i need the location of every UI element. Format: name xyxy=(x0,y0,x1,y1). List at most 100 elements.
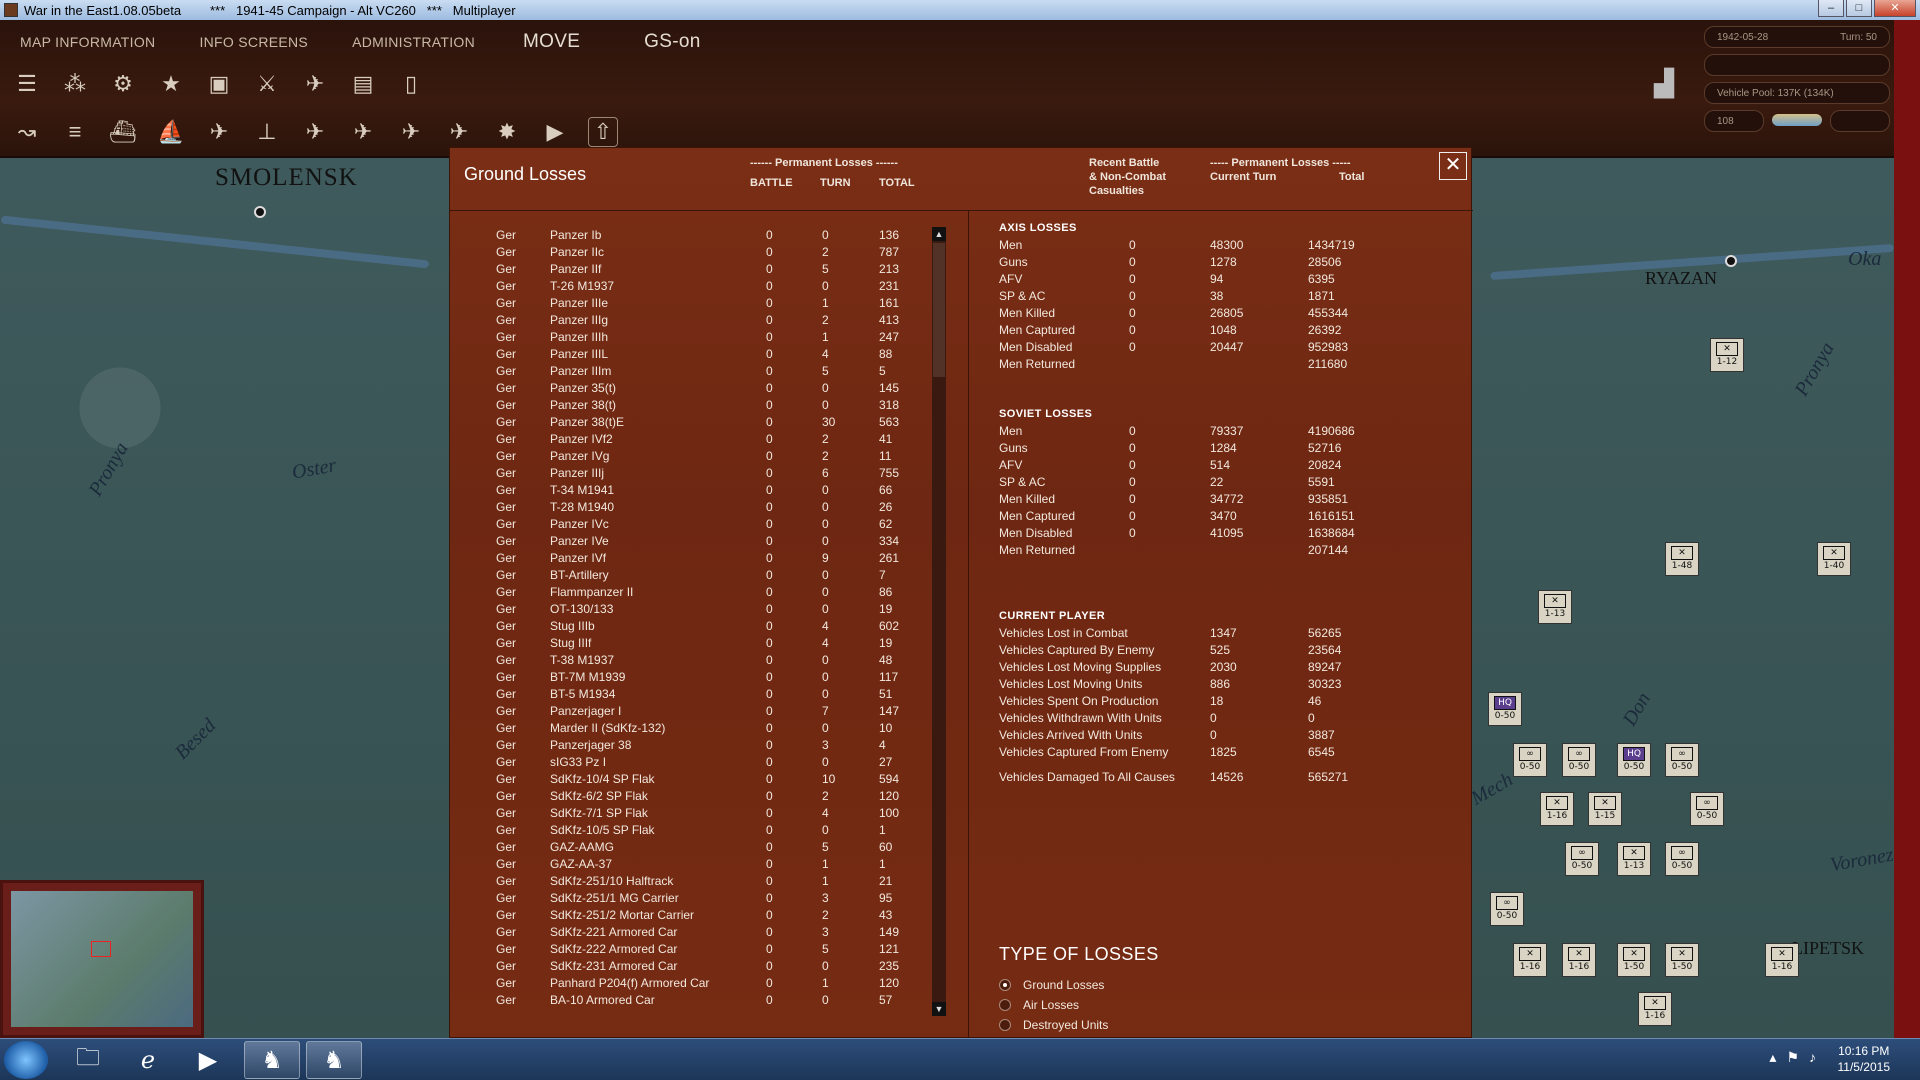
unit-counter[interactable]: ✕ 1-13 xyxy=(1538,590,1572,624)
minimize-button[interactable]: – xyxy=(1818,0,1844,17)
loss-row[interactable]: Ger OT-130/133 0 0 19 xyxy=(450,602,968,619)
upload-icon[interactable]: ⇧ xyxy=(588,117,618,147)
play-icon[interactable]: ▶ xyxy=(534,112,576,152)
explorer-icon[interactable]: 🗀 xyxy=(60,1041,116,1079)
loss-row[interactable]: Ger GAZ-AA-37 0 1 1 xyxy=(450,857,968,874)
loss-row[interactable]: Ger T-28 M1940 0 0 26 xyxy=(450,500,968,517)
loss-row[interactable]: Ger SdKfz-222 Armored Car 0 5 121 xyxy=(450,942,968,959)
airfield-icon[interactable]: ⊥ xyxy=(246,112,288,152)
flag-icon[interactable]: ⚑ xyxy=(1786,1049,1799,1066)
loss-row[interactable]: Ger BT-Artillery 0 0 7 xyxy=(450,568,968,585)
clock[interactable]: 10:16 PM 11/5/2015 xyxy=(1838,1043,1891,1075)
unit-counter[interactable]: ∞ 0-50 xyxy=(1665,743,1699,777)
loss-row[interactable]: Ger Panzer IIIL 0 4 88 xyxy=(450,347,968,364)
loss-row[interactable]: Ger Panzer 38(t)E 0 30 563 xyxy=(450,415,968,432)
menu-gs-toggle[interactable]: GS-on xyxy=(620,31,740,53)
loss-row[interactable]: Ger T-34 M1941 0 0 66 xyxy=(450,483,968,500)
loss-row[interactable]: Ger BA-10 Armored Car 0 0 57 xyxy=(450,993,968,1010)
bomb-icon[interactable]: ✈ xyxy=(390,112,432,152)
air-icon[interactable]: ✈ xyxy=(294,64,336,104)
loss-row[interactable]: Ger Panzer Ib 0 0 136 xyxy=(450,228,968,245)
unit-counter[interactable]: ✕ 1-48 xyxy=(1665,542,1699,576)
loss-row[interactable]: Ger SdKfz-231 Armored Car 0 0 235 xyxy=(450,959,968,976)
internet-explorer-icon[interactable]: ℯ xyxy=(120,1041,176,1079)
loss-row[interactable]: Ger Flammpanzer II 0 0 86 xyxy=(450,585,968,602)
unit-counter[interactable]: ∞ 0-50 xyxy=(1490,892,1524,926)
loss-list[interactable]: Ger Panzer Ib 0 0 136 Ger Panzer IIc 0 2 787 Ger Pa… xyxy=(450,228,968,1016)
unit-counter[interactable]: HQ 0-50 xyxy=(1617,743,1651,777)
rail-icon[interactable]: ≡ xyxy=(54,112,96,152)
loss-row[interactable]: Ger Panzer IVg 0 2 11 xyxy=(450,449,968,466)
scroll-up-arrow[interactable]: ▲ xyxy=(932,227,946,241)
radio-destroyed-units[interactable]: Destroyed Units xyxy=(999,1015,1159,1035)
close-dialog-button[interactable]: ✕ xyxy=(1439,152,1467,180)
media-player-icon[interactable]: ▶ xyxy=(180,1041,236,1079)
maximize-button[interactable]: □ xyxy=(1846,0,1872,17)
system-tray[interactable]: ▴ ⚑ ♪ xyxy=(1769,1049,1816,1066)
loss-row[interactable]: Ger SdKfz-6/2 SP Flak 0 2 120 xyxy=(450,789,968,806)
unit-counter[interactable]: ✕ 1-16 xyxy=(1638,992,1672,1026)
radio-button[interactable] xyxy=(999,979,1011,991)
loss-row[interactable]: Ger BT-7M M1939 0 0 117 xyxy=(450,670,968,687)
loss-row[interactable]: Ger Panzer IVf 0 9 261 xyxy=(450,551,968,568)
unit-counter[interactable]: ✕ 1-50 xyxy=(1617,943,1651,977)
radio-air-losses[interactable]: Air Losses xyxy=(999,995,1159,1015)
minimap-viewport[interactable] xyxy=(91,941,111,957)
unit-counter[interactable]: ∞ 0-50 xyxy=(1513,743,1547,777)
unit-counter[interactable]: ∞ 0-50 xyxy=(1665,842,1699,876)
loss-row[interactable]: Ger Panzer IIIh 0 1 247 xyxy=(450,330,968,347)
unit-counter[interactable]: ∞ 0-50 xyxy=(1562,743,1596,777)
close-window-button[interactable]: ✕ xyxy=(1874,0,1916,17)
unit-counter[interactable]: ✕ 1-16 xyxy=(1540,792,1574,826)
start-button[interactable] xyxy=(4,1041,48,1079)
minimap[interactable] xyxy=(0,880,204,1038)
fuel-icon[interactable]: ▯ xyxy=(390,64,432,104)
fire-icon[interactable]: ✸ xyxy=(486,112,528,152)
loss-row[interactable]: Ger Panzer IIc 0 2 787 xyxy=(450,245,968,262)
naval-icon[interactable]: ⛴ xyxy=(102,112,144,152)
unit-counter[interactable]: ✕ 1-50 xyxy=(1665,943,1699,977)
loss-list-scrollbar[interactable]: ▲ ▼ xyxy=(932,227,946,1016)
unit-counter[interactable]: ✕ 1-16 xyxy=(1513,943,1547,977)
loss-row[interactable]: Ger Panzer IIIg 0 2 413 xyxy=(450,313,968,330)
transport-icon[interactable]: ⛵ xyxy=(150,112,192,152)
loss-row[interactable]: Ger sIG33 Pz I 0 0 27 xyxy=(450,755,968,772)
hq-box-icon[interactable]: ▣ xyxy=(198,64,240,104)
loss-row[interactable]: Ger SdKfz-10/5 SP Flak 0 0 1 xyxy=(450,823,968,840)
tray-arrow-icon[interactable]: ▴ xyxy=(1769,1049,1776,1066)
radio-ground-losses[interactable]: Ground Losses xyxy=(999,975,1159,995)
loss-row[interactable]: Ger Panzer IVe 0 0 334 xyxy=(450,534,968,551)
loss-row[interactable]: Ger BT-5 M1934 0 0 51 xyxy=(450,687,968,704)
minimap-view[interactable] xyxy=(11,891,193,1027)
menu-info-screens[interactable]: INFO SCREENS xyxy=(179,34,332,50)
loss-row[interactable]: Ger SdKfz-221 Armored Car 0 3 149 xyxy=(450,925,968,942)
layers-icon[interactable]: ☰ xyxy=(6,64,48,104)
airbase-icon[interactable]: ✈ xyxy=(342,112,384,152)
loss-row[interactable]: Ger Panzerjager 38 0 3 4 xyxy=(450,738,968,755)
loss-row[interactable]: Ger Panzer IIf 0 5 213 xyxy=(450,262,968,279)
scroll-thumb[interactable] xyxy=(933,243,945,377)
supply-icon[interactable]: ▤ xyxy=(342,64,384,104)
radio-button[interactable] xyxy=(999,1019,1011,1031)
loss-row[interactable]: Ger Panzer IVc 0 0 62 xyxy=(450,517,968,534)
loss-row[interactable]: Ger Panzerjager I 0 7 147 xyxy=(450,704,968,721)
unit-counter[interactable]: ✕ 1-16 xyxy=(1562,943,1596,977)
move-mode-icon[interactable]: ↝ xyxy=(6,112,48,152)
attack-icon[interactable]: ✈ xyxy=(438,112,480,152)
loss-row[interactable]: Ger SdKfz-251/1 MG Carrier 0 3 95 xyxy=(450,891,968,908)
unit-counter[interactable]: ✕ 1-13 xyxy=(1617,842,1651,876)
loss-row[interactable]: Ger Panzer 38(t) 0 0 318 xyxy=(450,398,968,415)
loss-row[interactable]: Ger Panzer IIIe 0 1 161 xyxy=(450,296,968,313)
loss-row[interactable]: Ger SdKfz-10/4 SP Flak 0 10 594 xyxy=(450,772,968,789)
city-marker[interactable] xyxy=(1725,255,1737,267)
menu-move[interactable]: MOVE xyxy=(499,31,620,53)
gear-icon[interactable]: ⚙ xyxy=(102,64,144,104)
loss-row[interactable]: Ger Panhard P204(f) Armored Car 0 1 120 xyxy=(450,976,968,993)
loss-row[interactable]: Ger Stug IIIf 0 4 19 xyxy=(450,636,968,653)
city-marker[interactable] xyxy=(254,206,266,218)
loss-row[interactable]: Ger T-26 M1937 0 0 231 xyxy=(450,279,968,296)
menu-map-information[interactable]: MAP INFORMATION xyxy=(0,34,179,50)
loss-row[interactable]: Ger SdKfz-7/1 SP Flak 0 4 100 xyxy=(450,806,968,823)
air-recon-icon[interactable]: ✈ xyxy=(198,112,240,152)
loss-row[interactable]: Ger T-38 M1937 0 0 48 xyxy=(450,653,968,670)
